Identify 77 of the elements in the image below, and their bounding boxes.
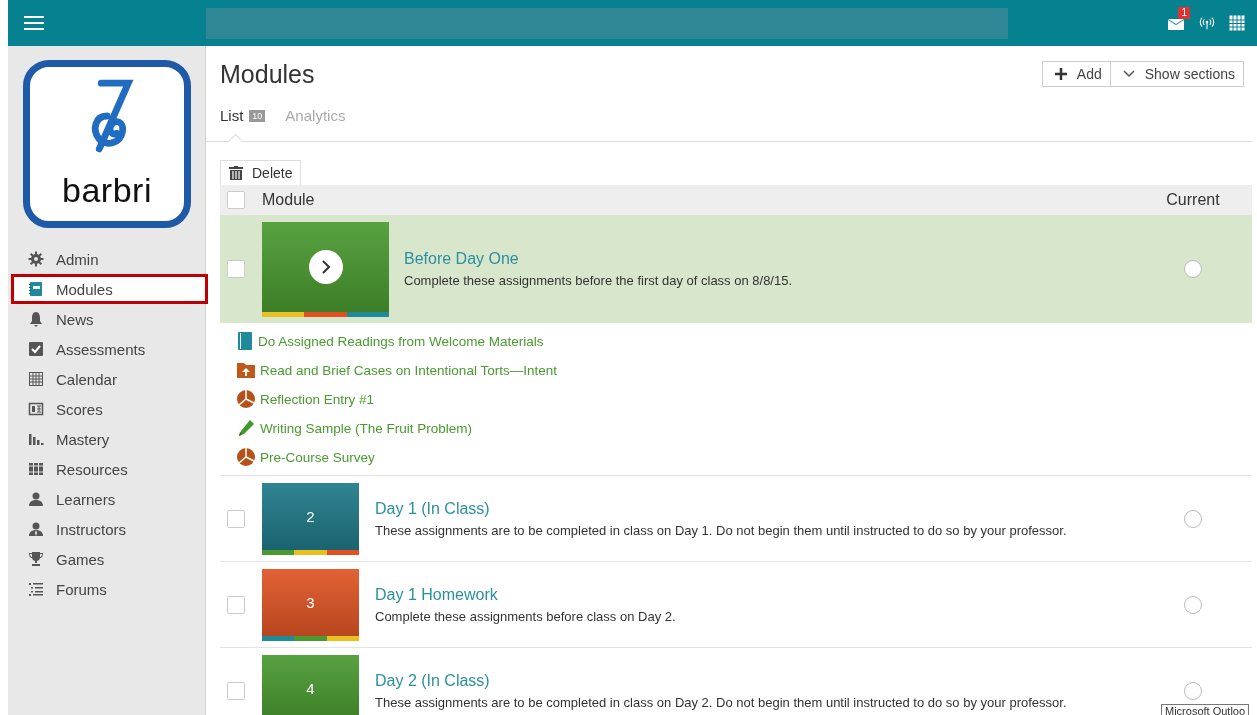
row-checkbox[interactable]	[227, 509, 245, 528]
row-checkbox[interactable]	[227, 260, 245, 278]
trash-icon	[229, 166, 243, 180]
bar-chart-icon	[28, 431, 44, 447]
book-icon	[237, 332, 253, 350]
sidebar-item[interactable]: Scores	[8, 394, 205, 424]
module-description: Complete these assignments before the first day of class on 8/8/15.	[404, 273, 794, 288]
count-badge: 10	[249, 110, 266, 122]
trophy-icon	[28, 551, 44, 567]
pie-chart-icon	[237, 390, 255, 408]
assignment-link[interactable]: Do Assigned Readings from Welcome Materials	[258, 333, 544, 349]
module-row[interactable]: 3 Day 1 Homework Complete these assignments before class on Day 2.	[220, 561, 1252, 647]
module-title[interactable]: Day 1 Homework	[375, 585, 1184, 604]
pie-chart-icon	[237, 448, 255, 466]
add-button[interactable]: Add	[1041, 61, 1111, 87]
logo-wordmark: barbri	[62, 173, 152, 207]
chevron-right-icon	[320, 258, 331, 275]
expanded-row[interactable]: Before Day One Complete these assignments before the first day of class on 8/8/15.	[220, 215, 1252, 323]
books-icon	[28, 461, 44, 477]
module-thumbnail[interactable]: 4	[262, 654, 359, 715]
checkbox-icon	[28, 341, 44, 357]
row-checkbox[interactable]	[227, 595, 245, 614]
module-number: 2	[306, 507, 315, 525]
current-radio[interactable]	[1184, 595, 1202, 614]
sidebar-item[interactable]: Modules	[11, 274, 208, 304]
assignment-link[interactable]: Read and Brief Cases on Intentional Torts—Intent	[260, 362, 557, 378]
dropdown-button[interactable]: Show sections	[1110, 61, 1244, 87]
current-radio[interactable]	[1184, 509, 1202, 528]
person-tie-icon	[28, 521, 44, 537]
calendar-icon	[1229, 15, 1245, 31]
sidebar-item[interactable]: Assessments	[8, 334, 205, 364]
calendar-icon	[28, 371, 44, 387]
module-number: 4	[306, 679, 315, 697]
broadcast-icon	[1199, 16, 1215, 30]
module-thumbnail[interactable]: 2	[262, 482, 359, 555]
sidebar-item[interactable]: Forums	[8, 574, 205, 604]
notebook-icon	[28, 281, 44, 297]
column-header: Current	[1166, 191, 1220, 208]
row-checkbox[interactable]	[227, 681, 245, 700]
sidebar-item[interactable]: News	[8, 304, 205, 334]
select-all-checkbox[interactable]	[227, 191, 245, 209]
sidebar-item[interactable]: Games	[8, 544, 205, 574]
module-thumbnail[interactable]: 3	[262, 568, 359, 641]
current-radio[interactable]	[1184, 681, 1202, 700]
module-description: These assignments are to be completed in class on Day 2. Do not begin them until instructed to do so by your professor.	[375, 694, 1068, 710]
search-field[interactable]	[206, 7, 1008, 39]
sidebar-item[interactable]: Instructors	[8, 514, 205, 544]
sidebar-item[interactable]: Resources	[8, 454, 205, 484]
sidebar-item[interactable]: Calendar	[8, 364, 205, 394]
list-icon	[28, 581, 44, 597]
folder-upload-icon	[237, 361, 255, 379]
chevron-down-icon	[1122, 70, 1135, 78]
scoreboard-icon	[28, 401, 44, 417]
pencil-icon	[237, 419, 255, 437]
current-radio[interactable]	[1184, 260, 1202, 278]
module-description: These assignments are to be completed in class on Day 1. Do not begin them until instructed to do so by your professor.	[375, 522, 1068, 538]
sidebar-item[interactable]: Learners	[8, 484, 205, 514]
gear-icon	[28, 251, 44, 267]
module-thumbnail[interactable]	[262, 221, 389, 317]
delete-button[interactable]: Delete	[220, 160, 302, 185]
module-number: 3	[306, 593, 315, 611]
page-title: Modules	[220, 60, 316, 89]
assignment-link[interactable]: Pre-Course Survey	[260, 449, 375, 465]
module-title[interactable]: Day 1 (In Class)	[375, 499, 1184, 518]
person-icon	[28, 491, 44, 507]
assignment-link[interactable]: Reflection Entry #1	[260, 391, 375, 407]
bell-icon	[28, 311, 44, 327]
tooltip: Microsoft Outloo	[1161, 704, 1250, 715]
sidebar-item[interactable]: Admin	[8, 244, 205, 274]
module-title[interactable]: Day 2 (In Class)	[375, 671, 1184, 690]
module-description: Complete these assignments before class on Day 2.	[375, 608, 677, 624]
column-header: Module	[262, 191, 315, 208]
module-row[interactable]: 2 Day 1 (In Class) These assignments are to be completed in class on Day 1. Do not begin them until instructed to do so by your professor.	[220, 475, 1252, 561]
sidebar-item[interactable]: Mastery	[8, 424, 205, 454]
plus-icon	[1054, 68, 1067, 80]
notification-badge: 1	[1178, 7, 1190, 19]
assignment-link[interactable]: Writing Sample (The Fruit Problem)	[260, 420, 473, 436]
